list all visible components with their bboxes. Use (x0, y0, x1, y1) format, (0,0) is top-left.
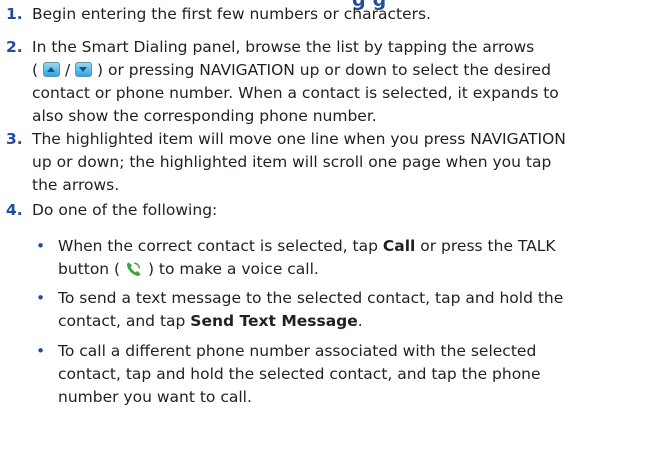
step-text-line: contact or phone number. When a contact … (32, 84, 559, 102)
step-number: 4. (6, 201, 23, 219)
bullet-text-line: contact, and tap Send Text Message. (58, 312, 363, 330)
step-number: 1. (6, 5, 23, 23)
phone-icon (125, 261, 143, 277)
bullet-dot: • (36, 342, 46, 360)
send-text-message-label: Send Text Message (190, 312, 358, 330)
slash: / (64, 61, 71, 79)
bullet-dot: • (36, 237, 46, 255)
step-text-line: also show the corresponding phone number… (32, 107, 377, 125)
after-arrows-text: ) or pressing NAVIGATION up or down to s… (97, 61, 551, 79)
bullet-text-line: When the correct contact is selected, ta… (58, 237, 556, 255)
call-label: Call (382, 237, 416, 255)
step-number: 3. (6, 130, 23, 148)
bullet-text-line: button ( ) to make a voice call. (58, 260, 319, 278)
arrow-up-icon (43, 62, 60, 77)
arrow-down-icon (75, 62, 93, 77)
bullet-text-line: number you want to call. (58, 388, 252, 406)
step-text: Do one of the following: (32, 201, 218, 219)
paren-open: ( (32, 61, 39, 79)
bullet-text-line: To send a text message to the selected c… (58, 289, 564, 307)
step-text-line: up or down; the highlighted item will sc… (32, 153, 552, 171)
step-text-line: the arrows. (32, 176, 120, 194)
step-number: 2. (6, 38, 23, 56)
step-text-line: The highlighted item will move one line … (32, 130, 566, 148)
bullet-dot: • (36, 289, 46, 307)
step-text: Begin entering the first few numbers or … (32, 5, 431, 23)
bullet-text-line: To call a different phone number associa… (58, 342, 537, 360)
bullet-text-line: contact, tap and hold the selected conta… (58, 365, 541, 383)
step-text-line: In the Smart Dialing panel, browse the l… (32, 38, 535, 56)
step-text-line: ( / ) or pressing NAVIGATION up or down … (32, 59, 647, 82)
